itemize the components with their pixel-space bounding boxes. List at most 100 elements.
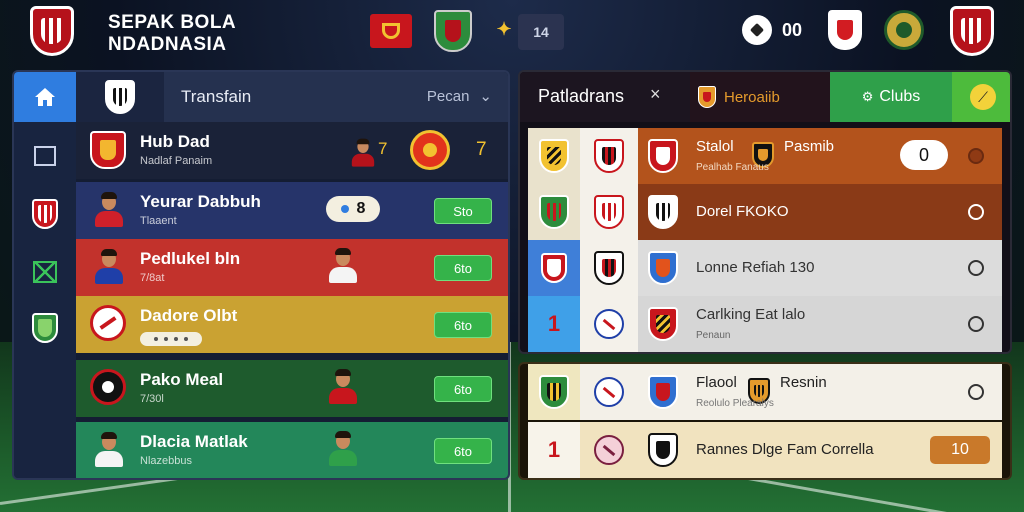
- tab-bar: Patladrans × Heroaiib ⚙ Clubs ⟋: [520, 72, 1010, 122]
- pin-icon: ⟋: [970, 84, 996, 110]
- crest-icon: [580, 128, 638, 184]
- crest-icon: [638, 422, 688, 478]
- select-radio[interactable]: [968, 204, 984, 220]
- rating-value: 8: [356, 200, 366, 217]
- filter-label: Pecan: [426, 87, 470, 105]
- top-bar: SEPAK BOLA NDADNASIA ✦ 14 00: [0, 0, 1024, 62]
- tab-players[interactable]: Patladrans: [538, 86, 624, 107]
- clubs-icon: ⚙: [861, 89, 874, 104]
- app-title: SEPAK BOLA NDADNASIA: [108, 12, 236, 56]
- player-name: Dlacia Matlak: [140, 432, 248, 451]
- crest-icon: [638, 296, 688, 352]
- club-name: Stalol: [696, 138, 734, 155]
- player-avatar: [324, 368, 362, 406]
- club-crest-icon[interactable]: [30, 6, 74, 56]
- select-radio[interactable]: [968, 148, 984, 164]
- crest-icon: [90, 305, 128, 343]
- sidebar: [14, 72, 76, 478]
- club-name: Dorel FKOKO: [696, 203, 789, 220]
- player-avatar: [90, 191, 128, 229]
- tab-heroes-label: Heroaiib: [724, 88, 780, 106]
- club-row[interactable]: Stalol Pasmib Pealhab Fanaus 0: [528, 128, 1002, 184]
- tab-clubs[interactable]: ⚙ Clubs: [830, 72, 952, 122]
- value-badge[interactable]: 10: [930, 436, 990, 464]
- player-sub: Nlazebbus: [140, 455, 192, 467]
- club-row[interactable]: 1 Rannes Dlge Fam Corrella 10: [528, 422, 1002, 478]
- buy-button[interactable]: Sto: [434, 198, 492, 224]
- tab-club[interactable]: [76, 72, 164, 122]
- whistle-icon[interactable]: ✦: [494, 18, 514, 40]
- square-icon[interactable]: [22, 136, 68, 176]
- form-dots: [140, 332, 202, 346]
- player-avatar: [90, 431, 128, 469]
- player-avatar: [324, 247, 362, 285]
- club-name-secondary: Resnin: [780, 374, 827, 391]
- pin-button[interactable]: ⟋: [952, 72, 1010, 122]
- trophy-icon[interactable]: [370, 14, 412, 48]
- club-name: Rannes Dlge Fam Corrella: [696, 441, 874, 458]
- club-crest-icon[interactable]: [950, 6, 994, 56]
- buy-button[interactable]: 6to: [434, 312, 492, 338]
- select-radio[interactable]: [968, 316, 984, 332]
- buy-button[interactable]: 6to: [434, 438, 492, 464]
- club-row[interactable]: Flaool Resnin Reolulo Plearalys: [528, 364, 1002, 420]
- player-name: Yeurar Dabbuh: [140, 192, 261, 211]
- tab-heroes[interactable]: Heroaiib: [690, 72, 830, 122]
- chevron-down-icon: ⌄: [479, 88, 492, 105]
- rank-number: 1: [528, 422, 580, 478]
- shield-icon[interactable]: [22, 308, 68, 348]
- club-sub: Penaun: [696, 330, 731, 341]
- player-row[interactable]: Hub Dad Nadlaf Panaim 7 7: [76, 122, 508, 179]
- filter-dropdown[interactable]: Pecan ⌄: [426, 87, 492, 106]
- club-row[interactable]: Lonne Refiah 130: [528, 240, 1002, 296]
- club-row[interactable]: Dorel FKOKO: [528, 184, 1002, 240]
- app-title-line2: NDADNASIA: [108, 34, 227, 55]
- pitch-icon[interactable]: [22, 252, 68, 292]
- club-name: Lonne Refiah 130: [696, 259, 815, 276]
- tab-clubs-label: Clubs: [879, 88, 921, 105]
- close-icon[interactable]: ×: [650, 84, 661, 105]
- player-row[interactable]: Dadore Olbt 6to: [76, 296, 508, 353]
- player-sub: 7/30l: [140, 393, 164, 405]
- club-name: Carlking Eat lalo: [696, 306, 806, 323]
- badge-icon[interactable]: [884, 10, 924, 50]
- soccer-ball-icon[interactable]: [742, 15, 772, 45]
- club-row[interactable]: 1 Carlking Eat lalo Penaun: [528, 296, 1002, 352]
- player-avatar: [324, 430, 362, 468]
- transfer-panel: Transfain Pecan ⌄ Hub Dad Nadlaf Panaim …: [12, 70, 510, 480]
- tab-bar: Transfain Pecan ⌄: [76, 72, 508, 122]
- crest-icon: [528, 128, 580, 184]
- crest-icon: [528, 364, 580, 420]
- dot-icon: [340, 205, 349, 213]
- shield-icon[interactable]: [434, 10, 472, 52]
- player-name: Hub Dad: [140, 132, 210, 151]
- counter-badge[interactable]: 14: [518, 14, 564, 50]
- player-name: Pako Meal: [140, 370, 224, 389]
- score-value: 00: [781, 19, 803, 40]
- app-title-line1: SEPAK BOLA: [108, 12, 237, 33]
- crest-icon: [580, 296, 638, 352]
- crest-icon: [90, 369, 128, 407]
- rating-pill[interactable]: 8: [326, 196, 380, 222]
- club-name: Flaool: [696, 374, 737, 391]
- crest-icon: [580, 184, 638, 240]
- player-row[interactable]: Dlacia Matlak Nlazebbus 6to: [76, 422, 508, 478]
- toggle-button[interactable]: 0: [900, 140, 948, 170]
- buy-button[interactable]: 6to: [434, 255, 492, 281]
- crest-icon: [580, 240, 638, 296]
- crest-icon: [638, 364, 688, 420]
- player-avatar: [344, 134, 382, 172]
- crest-icon[interactable]: [22, 194, 68, 234]
- club-badge-icon: [410, 130, 450, 170]
- player-row[interactable]: Pedlukel bln 7/8at 6to: [76, 239, 508, 296]
- select-radio[interactable]: [968, 260, 984, 276]
- crest-icon: [638, 184, 688, 240]
- crest-icon: [528, 184, 580, 240]
- home-icon[interactable]: [14, 72, 76, 122]
- player-row[interactable]: Pako Meal 7/30l 6to: [76, 360, 508, 417]
- buy-button[interactable]: 6to: [434, 376, 492, 402]
- player-row[interactable]: Yeurar Dabbuh Tlaaent 8 Sto: [76, 182, 508, 239]
- select-radio[interactable]: [968, 384, 984, 400]
- crest-icon[interactable]: [828, 10, 862, 50]
- tab-transfer[interactable]: Transfain: [181, 87, 251, 107]
